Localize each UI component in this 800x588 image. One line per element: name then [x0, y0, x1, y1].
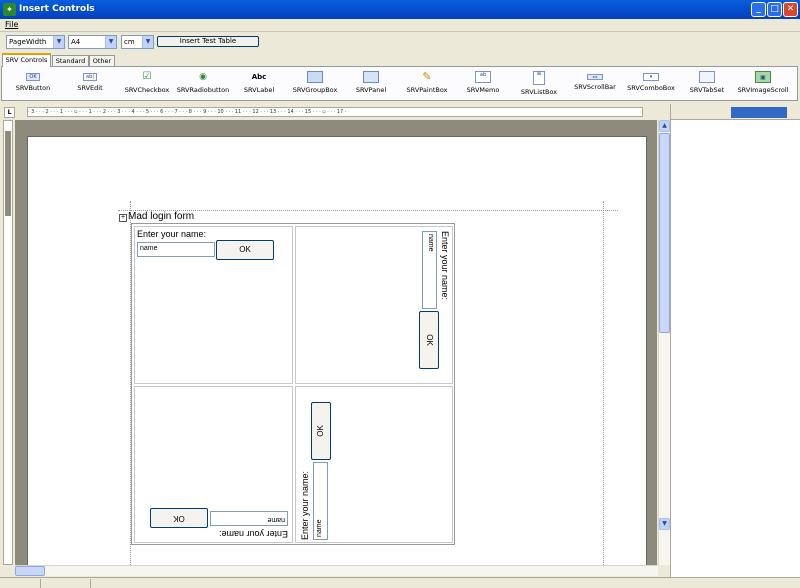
name-input[interactable]: name: [313, 462, 328, 540]
rotated-form-90: Enter your name: name OK: [412, 229, 452, 369]
zoom-combo[interactable]: PageWidth ▼: [6, 35, 65, 49]
chevron-down-icon[interactable]: ▼: [105, 36, 116, 48]
tabset-icon: [699, 71, 715, 83]
side-panel: [670, 104, 800, 578]
table-cell[interactable]: Enter your name: name OK: [134, 226, 293, 384]
table-cell[interactable]: Enter your name: name OK: [134, 386, 293, 543]
panel-icon: [363, 71, 379, 83]
chevron-down-icon[interactable]: ▼: [142, 36, 153, 48]
palette-item-paintbox[interactable]: ✎ SRVPaintBox: [399, 69, 455, 99]
minimize-button[interactable]: _: [751, 2, 766, 17]
expand-icon[interactable]: +: [119, 214, 127, 222]
insert-test-table-button[interactable]: Insert Test Table: [157, 36, 259, 47]
palette-item-tabset[interactable]: SRVTabSet: [679, 69, 735, 99]
scroll-thumb[interactable]: [15, 566, 45, 576]
name-input[interactable]: name: [422, 231, 437, 309]
vertical-scrollbar[interactable]: ▲ ▼: [658, 120, 670, 565]
horizontal-scrollbar[interactable]: [15, 565, 658, 576]
checkbox-icon: ☑: [142, 71, 152, 82]
selection-highlight[interactable]: [731, 107, 787, 118]
listbox-icon: ≡: [533, 71, 545, 85]
edit-icon: ab|: [83, 73, 97, 81]
name-prompt-label: Enter your name:: [440, 231, 450, 301]
component-palette: OK SRVButton ab| SRVEdit ☑ SRVCheckbox ◉…: [1, 66, 798, 101]
palette-item-scrollbar[interactable]: ◂ ▸ SRVScrollBar: [567, 69, 623, 99]
ruler-tab-selector[interactable]: L: [4, 107, 15, 118]
form-title[interactable]: + Mad login form: [119, 211, 194, 222]
scroll-down-icon[interactable]: ▼: [659, 518, 670, 530]
ok-button[interactable]: OK: [216, 240, 274, 260]
side-panel-header: [671, 104, 800, 120]
palette-item-checkbox[interactable]: ☑ SRVCheckbox: [119, 69, 175, 99]
palette-item-groupbox[interactable]: SRVGroupBox: [287, 69, 343, 99]
app-icon: ✦: [3, 3, 16, 16]
tab-srv-controls[interactable]: SRV Controls: [2, 53, 51, 67]
name-input[interactable]: name: [137, 242, 215, 257]
rotated-form-180: Enter your name: name OK: [150, 507, 290, 541]
name-input[interactable]: name: [210, 511, 288, 526]
memo-icon: ab: [475, 71, 491, 83]
close-button[interactable]: ✕: [783, 2, 798, 17]
combobox-icon: ▾: [643, 73, 659, 81]
palette-item-label[interactable]: Abc SRVLabel: [231, 69, 287, 99]
name-prompt-label: Enter your name:: [137, 229, 207, 239]
table-cell[interactable]: Enter your name: name OK: [295, 386, 453, 543]
scroll-up-icon[interactable]: ▲: [659, 120, 670, 132]
rotated-form-270: Enter your name: name OK: [298, 402, 338, 542]
paper-combo[interactable]: A4 ▼: [68, 35, 117, 49]
ruler-marks: · 3 · · · 2 · · · 1 · · · ▫ · · · 1 · · …: [28, 109, 347, 115]
form-title-text: Mad login form: [128, 211, 195, 222]
imagescroll-icon: ▣: [755, 71, 771, 83]
editor-canvas: + Mad login form Enter your name: name OK…: [15, 120, 657, 565]
palette-item-radiobutton[interactable]: ◉ SRVRadiobutton: [175, 69, 231, 99]
horizontal-ruler[interactable]: · 3 · · · 2 · · · 1 · · · ▫ · · · 1 · · …: [27, 107, 643, 117]
scrollbar-icon: ◂ ▸: [587, 74, 603, 80]
palette-item-combobox[interactable]: ▾ SRVComboBox: [623, 69, 679, 99]
status-bar: [0, 577, 800, 588]
scroll-thumb[interactable]: [659, 133, 670, 333]
ok-button[interactable]: OK: [419, 311, 439, 369]
toolbar: PageWidth ▼ A4 ▼ cm ▼ Insert Test Table: [0, 33, 800, 51]
name-prompt-label: Enter your name:: [300, 470, 310, 540]
palette-item-button[interactable]: OK SRVButton: [5, 69, 61, 99]
ok-button[interactable]: OK: [311, 402, 331, 460]
menu-bar: File: [0, 19, 800, 32]
palette-item-imagescroll[interactable]: ▣ SRVImageScroll: [735, 69, 791, 99]
paintbox-icon: ✎: [422, 70, 432, 83]
menu-file[interactable]: File: [5, 20, 18, 29]
login-table[interactable]: Enter your name: name OK Enter your name…: [131, 223, 455, 545]
name-prompt-label: Enter your name:: [218, 529, 288, 539]
button-icon: OK: [26, 73, 40, 81]
window-titlebar: ✦ Insert Controls _ □ ✕: [0, 0, 800, 19]
palette-item-memo[interactable]: ab SRVMemo: [455, 69, 511, 99]
units-value: cm: [124, 38, 135, 46]
radio-icon: ◉: [199, 72, 207, 82]
palette-item-listbox[interactable]: ≡ SRVListBox: [511, 69, 567, 99]
palette-item-panel[interactable]: SRVPanel: [343, 69, 399, 99]
table-cell[interactable]: Enter your name: name OK: [295, 226, 453, 384]
maximize-button[interactable]: □: [767, 2, 782, 17]
label-icon: Abc: [251, 73, 267, 81]
window-title: Insert Controls: [19, 4, 95, 14]
chevron-down-icon[interactable]: ▼: [53, 36, 64, 48]
ok-button[interactable]: OK: [150, 508, 208, 528]
document-page[interactable]: + Mad login form Enter your name: name OK…: [27, 136, 647, 565]
groupbox-icon: [307, 71, 323, 83]
paper-value: A4: [71, 38, 81, 46]
vertical-ruler[interactable]: [3, 120, 13, 565]
palette-item-edit[interactable]: ab| SRVEdit: [62, 69, 118, 99]
units-combo[interactable]: cm ▼: [121, 35, 154, 49]
zoom-value: PageWidth: [9, 38, 47, 46]
